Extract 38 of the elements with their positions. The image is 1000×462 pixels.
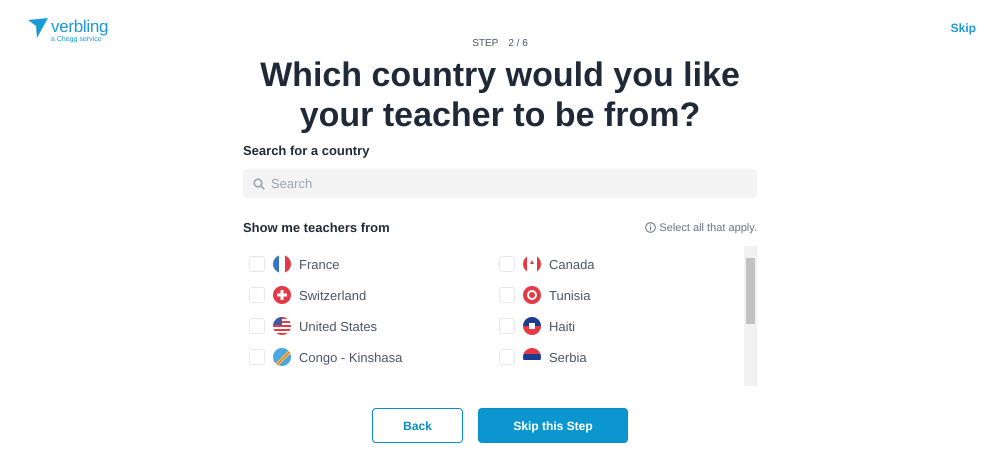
search-label: Search for a country bbox=[243, 143, 370, 158]
checkbox[interactable] bbox=[499, 256, 515, 272]
country-name: France bbox=[299, 256, 340, 272]
back-button[interactable]: Back bbox=[372, 408, 463, 443]
flag-icon bbox=[523, 255, 541, 273]
logo-icon bbox=[28, 18, 48, 38]
checkbox[interactable] bbox=[249, 318, 265, 334]
country-name: Serbia bbox=[549, 350, 587, 364]
country-name: Switzerland bbox=[299, 288, 366, 302]
checkbox[interactable] bbox=[249, 349, 265, 365]
country-name: United States bbox=[299, 318, 378, 334]
skip-link[interactable]: Skip bbox=[950, 21, 976, 35]
hint-text: Select all that apply. bbox=[659, 222, 757, 234]
checkbox[interactable] bbox=[499, 287, 515, 303]
step-counter: 2 / 6 bbox=[508, 38, 528, 49]
search-field[interactable]: Search bbox=[243, 169, 757, 198]
flag-icon bbox=[523, 317, 541, 335]
checkbox[interactable] bbox=[249, 287, 265, 303]
flag-icon bbox=[273, 317, 291, 335]
country-name: Congo - Kinshasa bbox=[299, 350, 402, 364]
country-name: Haiti bbox=[549, 318, 576, 334]
flag-icon bbox=[523, 286, 541, 304]
logo-name: verbling bbox=[51, 18, 108, 35]
step-label: STEP bbox=[472, 38, 498, 49]
country-name: Tunisia bbox=[549, 288, 590, 302]
page-title: Which country would you like your teacher to be from? bbox=[259, 55, 741, 135]
countries-label: Show me teachers from bbox=[243, 220, 390, 235]
flag-icon bbox=[273, 286, 291, 304]
skip-step-button[interactable]: Skip this Step bbox=[478, 408, 628, 443]
scrollbar[interactable] bbox=[744, 246, 757, 386]
checkbox[interactable] bbox=[499, 318, 515, 334]
checkbox[interactable] bbox=[249, 256, 265, 272]
search-icon bbox=[253, 178, 265, 190]
checkbox[interactable] bbox=[499, 349, 515, 365]
country-name: Canada bbox=[549, 256, 595, 272]
flag-icon bbox=[273, 348, 291, 366]
flag-icon bbox=[273, 255, 291, 273]
info-icon bbox=[645, 222, 656, 233]
